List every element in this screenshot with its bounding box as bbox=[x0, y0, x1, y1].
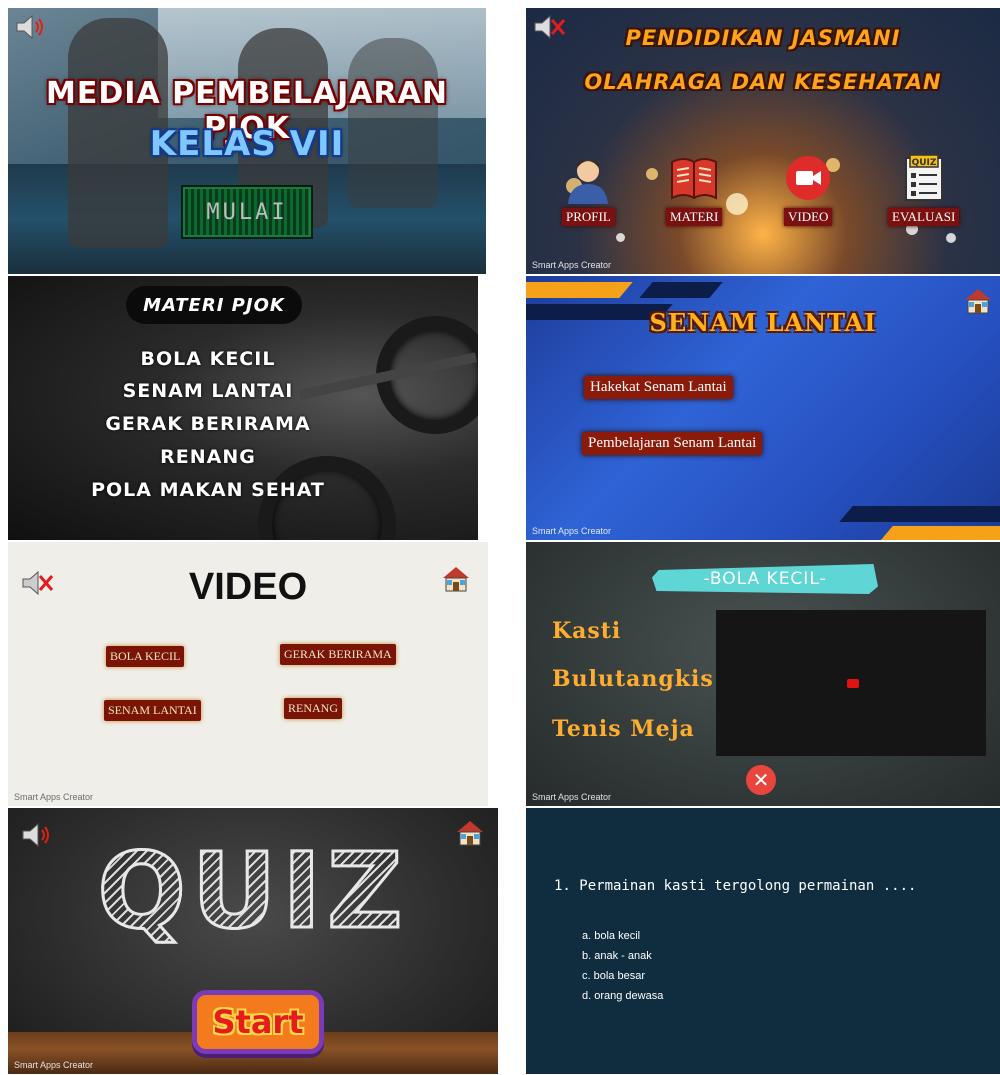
quiz-title: QUIZ bbox=[8, 829, 498, 954]
footer-credit: Smart Apps Creator bbox=[532, 260, 612, 270]
speaker-icon[interactable] bbox=[14, 14, 48, 40]
opening-screen: MEDIA PEMBELAJARAN PJOK KELAS VII MULAI bbox=[8, 8, 486, 274]
sport-kasti-button[interactable]: Kasti bbox=[552, 618, 621, 644]
decor-stripe bbox=[839, 506, 1000, 522]
materi-item-gerak-berirama[interactable]: GERAK BERIRAMA bbox=[8, 413, 408, 435]
class-subtitle: KELAS VII bbox=[149, 124, 345, 164]
bola-kecil-screen: -BOLA KECIL- Kasti Bulutangkis Tenis Mej… bbox=[526, 542, 1000, 806]
menu-profil-button[interactable]: PROFIL bbox=[562, 154, 615, 226]
question-text: 1. Permainan kasti tergolong permainan .… bbox=[554, 878, 917, 894]
menu-video-button[interactable]: VIDEO bbox=[784, 154, 833, 226]
video-gerak-berirama-button[interactable]: GERAK BERIRAMA bbox=[280, 644, 396, 665]
quiz-start-button[interactable]: Start bbox=[192, 990, 324, 1054]
start-button[interactable]: MULAI bbox=[183, 187, 311, 237]
hakekat-senam-lantai-button[interactable]: Hakekat Senam Lantai bbox=[584, 376, 733, 399]
video-senam-lantai-button[interactable]: SENAM LANTAI bbox=[104, 700, 201, 721]
menu-label: EVALUASI bbox=[888, 208, 960, 226]
main-menu-screen: PENDIDIKAN JASMANI OLAHRAGA DAN KESEHATA… bbox=[526, 8, 1000, 274]
footer-credit: Smart Apps Creator bbox=[14, 792, 94, 802]
materi-screen: MATERI PJOK BOLA KECIL SENAM LANTAI GERA… bbox=[8, 276, 478, 540]
video-bola-kecil-button[interactable]: BOLA KECIL bbox=[106, 646, 185, 667]
quiz-icon: QUIZ bbox=[904, 154, 943, 201]
svg-text:QUIZ: QUIZ bbox=[911, 158, 936, 168]
menu-label: MATERI bbox=[666, 208, 723, 226]
video-screen: VIDEO BOLA KECIL GERAK BERIRAMA SENAM LA… bbox=[8, 542, 488, 806]
bokeh-light bbox=[646, 168, 658, 180]
answer-option-d[interactable]: d. orang dewasa bbox=[582, 990, 663, 1002]
video-title: VIDEO bbox=[188, 566, 308, 608]
materi-item-renang[interactable]: RENANG bbox=[8, 446, 408, 468]
answer-option-a[interactable]: a. bola kecil bbox=[582, 930, 640, 942]
footer-credit: Smart Apps Creator bbox=[14, 1060, 94, 1070]
profile-icon bbox=[568, 160, 609, 204]
materi-item-senam-lantai[interactable]: SENAM LANTAI bbox=[8, 380, 408, 402]
menu-title-line1: PENDIDIKAN JASMANI bbox=[625, 26, 901, 50]
footer-credit: Smart Apps Creator bbox=[532, 526, 612, 536]
answer-option-c[interactable]: c. bola besar bbox=[582, 970, 645, 982]
bokeh-light bbox=[946, 233, 956, 243]
sport-bulutangkis-button[interactable]: Bulutangkis bbox=[552, 666, 714, 692]
bokeh-light bbox=[726, 193, 748, 215]
footer-credit: Smart Apps Creator bbox=[532, 792, 612, 802]
materi-title: MATERI PJOK bbox=[126, 286, 302, 324]
bola-kecil-banner: -BOLA KECIL- bbox=[652, 564, 878, 594]
video-player[interactable] bbox=[716, 610, 986, 756]
menu-evaluasi-button[interactable]: QUIZ EVALUASI bbox=[888, 154, 960, 226]
materi-item-bola-kecil[interactable]: BOLA KECIL bbox=[8, 348, 408, 370]
menu-materi-button[interactable]: MATERI bbox=[666, 154, 723, 226]
answer-option-b[interactable]: b. anak - anak bbox=[582, 950, 652, 962]
materi-item-pola-makan-sehat[interactable]: POLA MAKAN SEHAT bbox=[8, 479, 408, 501]
senam-lantai-screen: SENAM LANTAI Hakekat Senam Lantai Pembel… bbox=[526, 276, 1000, 540]
quiz-question-screen: 1. Permainan kasti tergolong permainan .… bbox=[526, 808, 1000, 1074]
close-icon[interactable]: ✕ bbox=[746, 765, 776, 795]
decor-stripe bbox=[639, 282, 723, 298]
decor-stripe bbox=[879, 526, 1000, 540]
pembelajaran-senam-lantai-button[interactable]: Pembelajaran Senam Lantai bbox=[582, 432, 763, 455]
bokeh-light bbox=[616, 233, 625, 242]
decor-stripe bbox=[526, 282, 633, 298]
quiz-start-screen: QUIZ Start Smart Apps Creator bbox=[8, 808, 498, 1074]
video-camera-icon bbox=[786, 156, 831, 200]
menu-title-line2: OLAHRAGA DAN KESEHATAN bbox=[584, 70, 942, 94]
video-renang-button[interactable]: RENANG bbox=[284, 698, 342, 719]
sport-tenis-meja-button[interactable]: Tenis Meja bbox=[552, 716, 695, 742]
youtube-play-icon[interactable] bbox=[847, 679, 859, 688]
senam-lantai-title: SENAM LANTAI bbox=[649, 308, 877, 337]
menu-label: PROFIL bbox=[562, 208, 615, 226]
menu-label: VIDEO bbox=[784, 208, 833, 226]
book-icon bbox=[671, 158, 718, 200]
